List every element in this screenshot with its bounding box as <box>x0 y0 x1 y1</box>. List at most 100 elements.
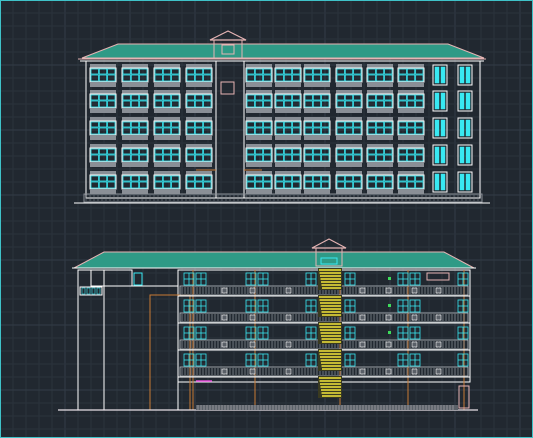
window-lintel <box>275 171 301 175</box>
railing-post <box>411 368 418 375</box>
window-pane <box>194 68 204 75</box>
facade-window <box>153 64 181 87</box>
window-pane <box>246 148 255 155</box>
window-spandrel <box>122 82 148 87</box>
stair-flight <box>318 349 342 371</box>
window-pane <box>283 127 293 135</box>
facade-window <box>303 64 331 87</box>
window-pane <box>98 94 108 101</box>
facade-window <box>245 90 273 113</box>
annex-vent <box>133 272 143 286</box>
window-pane <box>353 181 362 189</box>
facade-door <box>432 144 448 166</box>
window-pane <box>254 127 264 135</box>
window-pane <box>415 181 424 189</box>
window-pane <box>304 181 313 189</box>
window-spandrel <box>304 189 330 194</box>
window-lintel <box>246 117 272 121</box>
railing-post <box>285 287 292 294</box>
side-window <box>344 272 356 286</box>
window-pane <box>384 181 393 189</box>
railing-post <box>285 368 292 375</box>
facade-window <box>335 64 363 87</box>
window-spandrel <box>336 189 362 194</box>
facade-window <box>274 64 302 87</box>
window-lintel <box>154 90 180 94</box>
railing-post <box>359 287 366 294</box>
window-spandrel <box>398 135 424 140</box>
railing-post <box>221 368 228 375</box>
side-window <box>344 299 356 313</box>
window-pane <box>203 181 212 189</box>
side-window <box>344 326 356 340</box>
window-lintel <box>246 90 272 94</box>
window-lintel <box>186 64 212 68</box>
window-pane <box>275 175 284 182</box>
door-pane <box>459 119 465 137</box>
window-spandrel <box>246 162 272 167</box>
facade-window <box>153 90 181 113</box>
window-pane <box>98 68 108 75</box>
facade-door <box>457 90 473 112</box>
annex-door <box>90 269 105 287</box>
window-lintel <box>304 117 330 121</box>
annex-roof-unit <box>103 269 133 287</box>
window-spandrel <box>367 162 393 167</box>
window-pane <box>254 121 264 128</box>
door-pane <box>440 173 446 191</box>
window-pane <box>312 121 322 128</box>
window-pane <box>246 121 255 128</box>
railing-post <box>249 341 256 348</box>
facade-window <box>89 64 117 87</box>
window-spandrel <box>367 189 393 194</box>
window-pane <box>283 148 293 155</box>
facade-window <box>335 90 363 113</box>
window-pane <box>203 94 212 101</box>
facade-window <box>121 117 149 140</box>
window-spandrel <box>336 135 362 140</box>
window-spandrel <box>336 108 362 113</box>
window-pane <box>186 148 195 155</box>
window-pane <box>130 181 140 189</box>
facade-window <box>397 64 425 87</box>
window-lintel <box>336 171 362 175</box>
window-spandrel <box>275 189 301 194</box>
side-window <box>397 326 409 340</box>
window-pane <box>194 181 204 189</box>
railing-post <box>411 287 418 294</box>
window-pane <box>367 175 376 182</box>
window-spandrel <box>90 189 116 194</box>
side-window <box>397 272 409 286</box>
window-pane <box>283 175 293 182</box>
window-lintel <box>186 90 212 94</box>
window-pane <box>312 127 322 135</box>
railing-post <box>359 368 366 375</box>
cad-viewport[interactable] <box>0 0 533 438</box>
window-pane <box>162 94 172 101</box>
window-pane <box>415 148 424 155</box>
window-pane <box>263 94 272 101</box>
facade-window <box>366 117 394 140</box>
window-pane <box>246 181 255 189</box>
window-lintel <box>304 64 330 68</box>
window-spandrel <box>186 82 212 87</box>
window-pane <box>162 68 172 75</box>
window-lintel <box>398 144 424 148</box>
window-lintel <box>122 64 148 68</box>
window-pane <box>353 94 362 101</box>
railing-post <box>385 368 392 375</box>
window-pane <box>186 181 195 189</box>
window-pane <box>162 175 172 182</box>
side-window <box>409 299 421 313</box>
window-pane <box>263 121 272 128</box>
window-pane <box>384 94 393 101</box>
side-window <box>195 299 207 313</box>
window-spandrel <box>122 189 148 194</box>
window-pane <box>90 94 99 101</box>
window-pane <box>415 127 424 135</box>
window-pane <box>194 148 204 155</box>
door-pane <box>440 119 446 137</box>
window-spandrel <box>154 162 180 167</box>
window-pane <box>122 181 131 189</box>
window-spandrel <box>186 108 212 113</box>
